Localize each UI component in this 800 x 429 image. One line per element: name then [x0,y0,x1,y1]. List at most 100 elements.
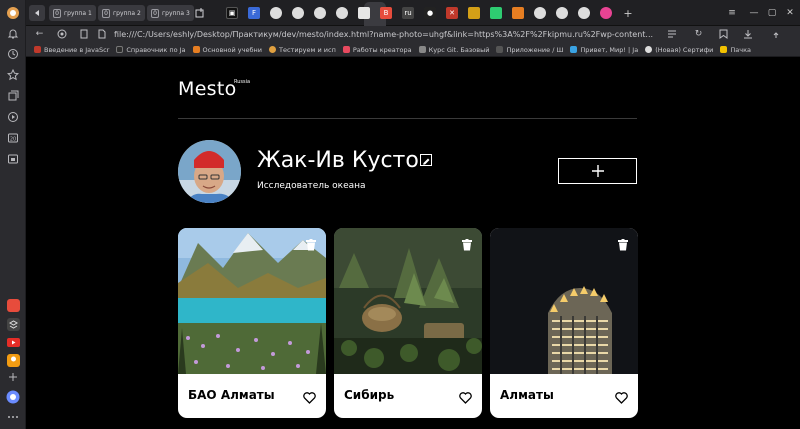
tab-github-icon[interactable] [314,7,326,19]
logo-text: Mesto [178,78,237,100]
tab-favicon-icon[interactable] [468,7,480,19]
tabs-menu-icon[interactable]: ≡ [724,5,740,21]
bookmark-item[interactable]: Привет, Мир! | Ja [570,46,638,54]
tab-favicon-icon[interactable] [490,7,502,19]
bookmark-item[interactable]: Тестируем и исп [268,46,336,54]
screenshot-icon[interactable] [6,152,20,166]
tab-group-3[interactable]: 0 группа 3 [147,5,194,21]
tab-group-2[interactable]: 0 группа 2 [98,5,145,21]
card-image[interactable] [490,228,638,374]
trash-icon[interactable] [618,236,628,251]
app-avatar-icon[interactable] [6,353,20,367]
bookmark-item[interactable]: Основной учебни [192,45,262,54]
logo[interactable]: Mesto Russia [178,78,250,100]
bookmark-item[interactable]: Курс Git. Базовый [418,46,489,54]
close-window-icon[interactable]: ✕ [782,5,798,21]
tab-favicon-icon[interactable] [512,7,524,19]
profile-about: Исследователь океана [257,181,366,191]
app-youtube-icon[interactable] [6,335,20,349]
app-office-icon[interactable] [6,298,20,312]
header-divider [178,118,637,119]
card-title: Сибирь [344,388,395,402]
tab-groups-back-button[interactable] [29,5,45,21]
back-icon[interactable]: ← [34,29,45,40]
tab-github-icon[interactable] [578,7,590,19]
tab-bar: 0 группа 1 0 группа 2 0 группа 3 ▣ F B r… [26,0,800,26]
bookmark-label: Приложение / Ш [506,45,564,54]
edit-profile-button[interactable] [420,154,432,166]
tab-favicon-icon[interactable]: ▣ [226,7,238,19]
url-field[interactable]: file:///C:/Users/eshly/Desktop/Практикум… [114,28,654,41]
tab-group-1[interactable]: 0 группа 1 [49,5,96,21]
tab-group-count: 0 [53,8,61,18]
bookmark-label: Основной учебни [202,45,262,54]
collections-icon[interactable] [6,89,20,103]
extensions-icon[interactable] [770,29,781,40]
alice-assistant-icon[interactable] [6,390,20,404]
bookmark-label: Введение в JavaScr [44,45,110,54]
app-layers-icon[interactable] [6,317,20,331]
card-image[interactable] [178,228,326,374]
place-card: Алматы [490,228,638,418]
heart-icon[interactable] [459,389,472,404]
tab-github-icon[interactable] [336,7,348,19]
reader-icon[interactable] [666,29,677,40]
tab-github-icon[interactable] [534,7,546,19]
bookmark-label: Пачка [730,45,752,54]
downloads-icon[interactable] [742,29,753,40]
tab-favicon-icon[interactable]: B [380,7,392,19]
tab-favicon-icon[interactable]: ✕ [446,7,458,19]
player-icon[interactable] [6,110,20,124]
plus-icon [591,162,604,181]
bookmark-item[interactable]: Работы креатора [342,46,412,54]
card-title: БАО Алматы [188,388,275,402]
bookmark-item[interactable]: Справочник по Ja [116,46,186,54]
maximize-icon[interactable]: ▢ [764,5,780,21]
reload-icon[interactable]: ↻ [693,29,704,40]
tab-github-icon[interactable] [292,7,304,19]
card-title: Алматы [500,388,554,402]
more-icon[interactable] [6,410,20,424]
tab-favicon-icon[interactable] [600,7,612,19]
tab-github-icon[interactable] [556,7,568,19]
browser-logo-icon[interactable] [6,6,20,20]
tab-file-icon[interactable] [358,7,370,19]
bookmark-item[interactable]: Пачка [720,46,751,54]
pencil-icon [422,151,430,170]
bookmark-favicon-icon [34,46,41,53]
bookmark-favicon-icon [570,46,578,53]
tab-group-label: группа 1 [64,9,92,17]
tab-group-label: группа 2 [113,9,141,17]
file-icon [96,29,107,40]
avatar[interactable] [178,140,241,203]
trash-icon[interactable] [306,236,316,251]
bookmark-item[interactable]: (Новая) Сертифи [645,46,713,54]
bookmark-icon[interactable] [718,29,729,40]
bookmark-favicon-icon [342,46,350,53]
tab-github-icon[interactable] [270,7,282,19]
zen-icon[interactable]: 20 [6,131,20,145]
bookmark-item[interactable]: Приложение / Ш [496,46,563,54]
heart-icon[interactable] [615,389,628,404]
new-tab-icon[interactable]: + [622,7,634,20]
page-viewport: Mesto Russia Жак-Ив Кусто Исследователь … [26,58,800,429]
tab-favicon-icon[interactable]: ru [402,7,414,19]
site-info-icon[interactable] [78,29,89,40]
bookmark-item[interactable]: Введение в JavaScr [34,46,109,54]
favorites-icon[interactable] [6,68,20,82]
tab-group-label: группа 3 [162,9,190,17]
add-card-button[interactable] [558,158,637,184]
add-app-icon[interactable] [6,370,20,384]
minimize-icon[interactable]: — [746,5,762,21]
browser-sidebar: 20 [0,0,26,429]
card-image[interactable] [334,228,482,374]
history-icon[interactable] [6,47,20,61]
trash-icon[interactable] [462,236,472,251]
place-card: БАО Алматы [178,228,326,418]
heart-icon[interactable] [303,389,316,404]
new-tab-group-icon[interactable] [192,5,208,21]
protect-icon[interactable] [56,29,67,40]
tab-favicon-icon[interactable]: ● [424,7,436,19]
tab-favicon-icon[interactable]: F [248,7,260,19]
notifications-icon[interactable] [6,27,20,41]
